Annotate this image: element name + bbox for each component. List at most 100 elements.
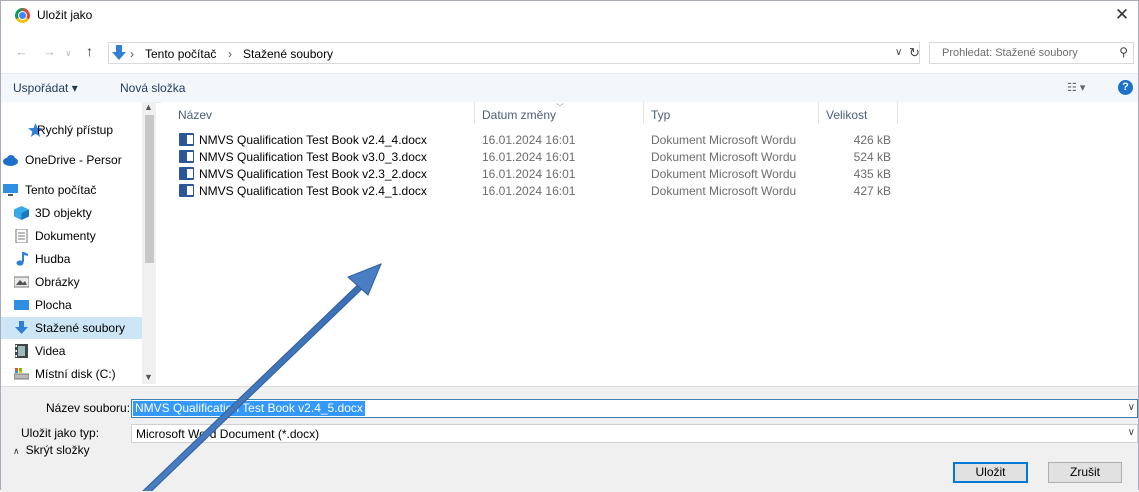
column-header-type[interactable]: Typ <box>651 108 670 122</box>
nav-item-this-pc[interactable]: Tento počítač <box>1 179 142 201</box>
file-size: 524 kB <box>853 150 891 164</box>
file-date: 16.01.2024 16:01 <box>482 150 576 164</box>
breadcrumb-this-pc[interactable]: Tento počítač <box>145 47 216 61</box>
table-row[interactable]: NMVS Qualification Test Book v2.4_1.docx… <box>179 182 899 199</box>
new-folder-button[interactable]: Nová složka <box>120 81 185 95</box>
disk-icon <box>14 368 29 380</box>
back-arrow-icon[interactable]: ← <box>15 44 28 59</box>
recent-locations-chevron-icon[interactable]: ∨ <box>65 48 72 59</box>
nav-item-desktop[interactable]: Plocha <box>1 294 142 316</box>
column-divider[interactable] <box>897 102 898 124</box>
nav-item-label: Dokumenty <box>35 229 96 243</box>
nav-item-3d-objects[interactable]: 3D objekty <box>1 202 142 224</box>
chrome-icon <box>15 8 30 23</box>
breadcrumb-separator: › <box>130 47 134 61</box>
hide-folders-label: Skrýt složky <box>25 443 90 457</box>
file-type: Dokument Microsoft Wordu <box>651 167 797 181</box>
help-icon[interactable]: ? <box>1118 80 1133 95</box>
column-divider[interactable] <box>474 102 475 124</box>
filetype-select[interactable]: Microsoft Word Document (*.docx) ∨ <box>131 424 1138 443</box>
refresh-icon[interactable]: ↻ <box>909 45 920 61</box>
view-options-icon[interactable]: ☷ ▾ <box>1067 81 1085 94</box>
search-icon[interactable]: ⚲ <box>1119 45 1128 59</box>
document-icon <box>15 229 28 243</box>
nav-item-label: Tento počítač <box>25 183 97 197</box>
nav-item-music[interactable]: Hudba <box>1 248 142 270</box>
cancel-button[interactable]: Zrušit <box>1048 462 1122 483</box>
file-list: Název ﹀ Datum změny Typ Velikost NMVS Qu… <box>161 102 1138 384</box>
column-divider[interactable] <box>818 102 819 124</box>
forward-arrow-icon[interactable]: → <box>43 44 56 59</box>
nav-item-pictures[interactable]: Obrázky <box>1 271 142 293</box>
breadcrumb-separator: › <box>228 47 232 61</box>
file-date: 16.01.2024 16:01 <box>482 133 576 147</box>
navigation-scrollbar[interactable]: ▲ ▼ <box>142 102 156 384</box>
file-name: NMVS Qualification Test Book v2.4_4.docx <box>199 133 427 147</box>
search-input[interactable] <box>930 43 1122 63</box>
filename-dropdown-chevron-icon[interactable]: ∨ <box>1128 402 1135 413</box>
nav-item-quick-access[interactable]: Rychlý přístup <box>1 119 142 141</box>
nav-item-onedrive[interactable]: OneDrive - Persor <box>1 149 142 171</box>
address-row: ← → ∨ ↑ › Tento počítač › Stažené soubor… <box>1 35 1138 69</box>
sort-chevron-icon: ﹀ <box>556 103 564 112</box>
table-row[interactable]: NMVS Qualification Test Book v2.3_2.docx… <box>179 165 899 182</box>
nav-item-label: Videa <box>35 344 66 358</box>
address-bar[interactable]: › Tento počítač › Stažené soubory ∨ ↻ <box>108 42 920 64</box>
file-name: NMVS Qualification Test Book v2.3_2.docx <box>199 167 427 181</box>
picture-icon <box>14 276 29 288</box>
scrollbar-thumb[interactable] <box>145 115 154 263</box>
column-header-date[interactable]: Datum změny <box>482 108 556 122</box>
filetype-value: Microsoft Word Document (*.docx) <box>136 427 320 441</box>
computer-icon <box>3 184 18 196</box>
nav-item-label: Rychlý přístup <box>37 123 114 137</box>
filename-label: Název souboru: <box>46 401 131 415</box>
nav-item-label: Obrázky <box>35 275 80 289</box>
file-type: Dokument Microsoft Wordu <box>651 133 797 147</box>
scroll-up-icon[interactable]: ▲ <box>144 102 153 112</box>
file-size: 427 kB <box>853 184 891 198</box>
music-icon <box>16 252 28 266</box>
nav-item-label: Stažené soubory <box>35 321 126 335</box>
nav-item-label: Místní disk (C:) <box>35 367 116 381</box>
file-type: Dokument Microsoft Wordu <box>651 150 797 164</box>
up-arrow-icon[interactable]: ↑ <box>86 43 93 59</box>
table-row[interactable]: NMVS Qualification Test Book v3.0_3.docx… <box>179 148 899 165</box>
caret-up-icon: ∧ <box>13 446 20 456</box>
word-document-icon <box>179 167 194 180</box>
nav-item-downloads[interactable]: Stažené soubory <box>1 317 142 339</box>
breadcrumb-downloads[interactable]: Stažené soubory <box>243 47 333 61</box>
command-toolbar: Uspořádat ▾ Nová složka ☷ ▾ ? <box>1 73 1138 103</box>
save-as-dialog: Uložit jako ✕ ← → ∨ ↑ › Tento počítač › … <box>0 0 1139 492</box>
window-title: Uložit jako <box>37 8 93 22</box>
download-icon <box>112 45 126 60</box>
file-date: 16.01.2024 16:01 <box>482 184 576 198</box>
save-button[interactable]: Uložit <box>953 462 1028 483</box>
table-row[interactable]: NMVS Qualification Test Book v2.4_4.docx… <box>179 131 899 148</box>
navigation-pane: Rychlý přístup OneDrive - Persor Tento p… <box>1 102 156 384</box>
title-bar: Uložit jako ✕ <box>1 1 1138 31</box>
word-document-icon <box>179 150 194 163</box>
file-date: 16.01.2024 16:01 <box>482 167 576 181</box>
address-dropdown-chevron-icon[interactable]: ∨ <box>895 47 902 58</box>
file-type: Dokument Microsoft Wordu <box>651 184 797 198</box>
word-document-icon <box>179 133 194 146</box>
nav-item-documents[interactable]: Dokumenty <box>1 225 142 247</box>
nav-item-videos[interactable]: Videa <box>1 340 142 362</box>
nav-item-local-disk[interactable]: Místní disk (C:) <box>1 363 142 384</box>
organize-menu-button[interactable]: Uspořádat ▾ <box>13 81 78 95</box>
file-name: NMVS Qualification Test Book v3.0_3.docx <box>199 150 427 164</box>
column-divider[interactable] <box>643 102 644 124</box>
filename-value[interactable]: NMVS Qualification Test Book v2.4_5.docx <box>133 401 365 416</box>
scroll-down-icon[interactable]: ▼ <box>144 372 153 382</box>
filetype-dropdown-chevron-icon[interactable]: ∨ <box>1128 427 1135 438</box>
nav-item-label: 3D objekty <box>35 206 92 220</box>
hide-folders-toggle[interactable]: ∧ Skrýt složky <box>13 443 90 457</box>
column-header-name[interactable]: Název <box>178 108 212 122</box>
column-header-size[interactable]: Velikost <box>826 108 867 122</box>
download-icon <box>15 321 28 334</box>
close-button[interactable]: ✕ <box>1112 5 1132 25</box>
cloud-icon <box>3 155 18 166</box>
filename-input[interactable]: NMVS Qualification Test Book v2.4_5.docx… <box>131 399 1138 418</box>
search-box[interactable]: ⚲ <box>929 42 1134 64</box>
file-size: 426 kB <box>853 133 891 147</box>
